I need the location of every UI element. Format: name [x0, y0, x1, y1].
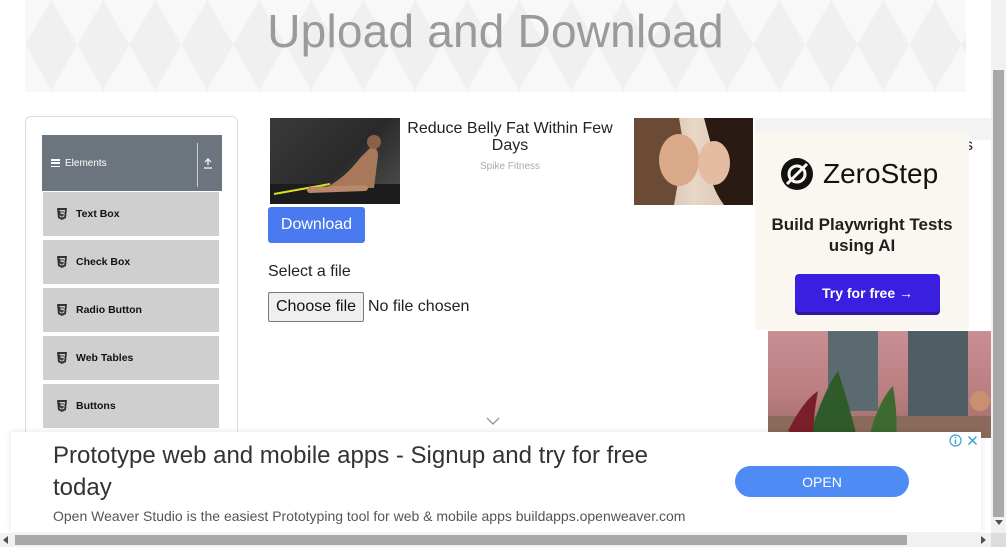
collapse-up-icon[interactable] — [203, 157, 213, 169]
sidebar-item-label: Radio Button — [76, 304, 142, 316]
html5-icon — [57, 208, 67, 220]
bottom-ad-headline[interactable]: Prototype web and mobile apps - Signup a… — [53, 440, 713, 504]
couple-ad-image[interactable] — [634, 118, 753, 205]
sidebar-item-label: Web Tables — [76, 352, 134, 364]
sidebar-group-label: Elements — [65, 157, 107, 169]
house-scene — [768, 331, 991, 438]
sidebar-group-elements[interactable]: Elements — [42, 135, 222, 191]
fitness-ad-source: Spike Fitness — [479, 161, 541, 172]
sidebar-item-buttons[interactable]: Buttons — [43, 384, 219, 430]
fitness-ad-image[interactable] — [270, 118, 400, 204]
sidebar: Elements Text Box Check Box Radio Button… — [25, 116, 238, 456]
download-button[interactable]: Download — [268, 207, 365, 243]
sidebar-item-web-tables[interactable]: Web Tables — [43, 336, 219, 382]
fitness-ad-title[interactable]: Reduce Belly Fat Within Few Days — [404, 120, 616, 154]
zerostep-card[interactable]: ZeroStep Build Playwright Tests using AI… — [755, 132, 969, 330]
try-for-free-button[interactable]: Try for free → — [795, 274, 940, 312]
page-title: Upload and Download — [267, 5, 724, 57]
scrollbar-corner — [991, 533, 1006, 547]
sidebar-item-label: Text Box — [76, 208, 120, 220]
horizontal-scrollbar-thumb[interactable] — [15, 535, 907, 545]
sidebar-item-radio-button[interactable]: Radio Button — [43, 288, 219, 334]
chevron-down-icon[interactable] — [486, 416, 500, 426]
ad-info-icon[interactable] — [949, 434, 962, 447]
scroll-right-arrow-icon[interactable] — [981, 536, 986, 544]
vertical-scrollbar-thumb[interactable] — [993, 70, 1004, 517]
scroll-down-arrow-icon[interactable] — [995, 520, 1003, 525]
sidebar-item-check-box[interactable]: Check Box — [43, 240, 219, 286]
html5-icon — [57, 352, 67, 364]
fitness-ad-figure — [270, 135, 400, 204]
select-file-label: Select a file — [268, 263, 351, 280]
sidebar-item-text-box[interactable]: Text Box — [43, 192, 219, 238]
zerostep-ad[interactable]: s ZeroStep Build Playwright Tests using … — [755, 118, 991, 438]
zerostep-tagline: Build Playwright Tests using AI — [771, 215, 953, 255]
header-divider — [197, 143, 198, 187]
horizontal-scrollbar[interactable] — [0, 533, 991, 547]
zerostep-logo-icon — [781, 158, 813, 190]
choose-file-button[interactable]: Choose file — [268, 292, 364, 322]
bottom-ad-description: Open Weaver Studio is the easiest Protot… — [53, 508, 686, 524]
html5-icon — [57, 400, 67, 412]
ad-open-button[interactable]: OPEN — [735, 466, 909, 497]
ad-close-icon[interactable] — [966, 434, 979, 447]
header-banner: Upload and Download — [25, 0, 966, 92]
couple-ad-figure — [634, 118, 753, 205]
file-status-text: No file chosen — [368, 298, 470, 315]
bottom-ad-banner[interactable]: Prototype web and mobile apps - Signup a… — [11, 432, 981, 532]
html5-icon — [57, 304, 67, 316]
sidebar-item-label: Check Box — [76, 256, 131, 268]
html5-icon — [57, 256, 67, 268]
zerostep-brand: ZeroStep — [823, 158, 939, 189]
zerostep-logo: ZeroStep — [779, 156, 938, 192]
sidebar-item-label: Buttons — [76, 400, 116, 412]
hamburger-icon — [51, 159, 60, 167]
scroll-left-arrow-icon[interactable] — [3, 536, 8, 544]
house-ad-image[interactable] — [768, 331, 991, 438]
vertical-scrollbar[interactable] — [991, 0, 1006, 533]
